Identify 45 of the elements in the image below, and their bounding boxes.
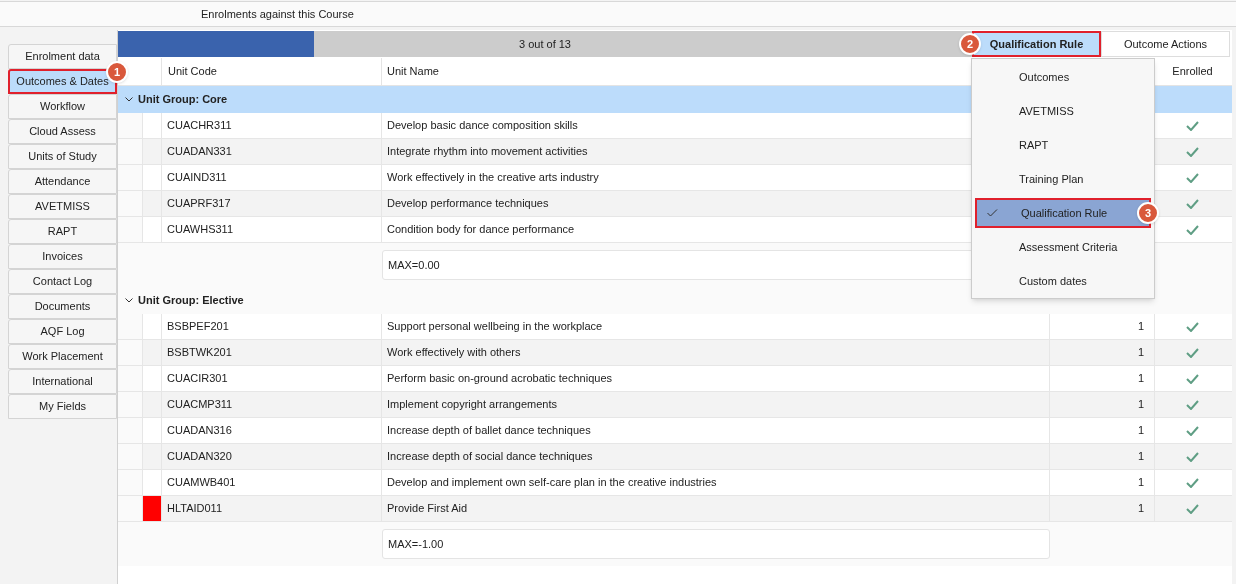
column-header: Unit Name (387, 64, 439, 80)
unit-code: CUAMWB401 (167, 475, 236, 491)
unit-code: CUACHR311 (167, 118, 232, 134)
unit-code: CUACIR301 (167, 371, 228, 387)
unit-count: 1 (1137, 423, 1144, 439)
unit-name: Increase depth of ballet dance techniques (387, 423, 591, 439)
group-title: Unit Group: Core (138, 92, 228, 108)
menu-label: RAPT (1019, 137, 1049, 153)
unit-code: BSBPEF201 (167, 319, 229, 335)
unit-name: Develop and implement own self-care plan in the creative industries (387, 475, 717, 491)
header-title: Enrolments against this Course (201, 6, 354, 22)
unit-code: CUAPRF317 (167, 196, 231, 212)
unit-name: Condition body for dance performance (387, 222, 575, 238)
unit-count: 1 (1137, 371, 1144, 387)
unit-code: BSBTWK201 (167, 345, 232, 361)
unit-name: Perform basic on-ground acrobatic techniques (387, 371, 612, 387)
group-title: Unit Group: Elective (138, 293, 244, 309)
unit-count: 1 (1137, 449, 1144, 465)
column-header: Unit Code (168, 64, 217, 80)
column-header: Enrolled (1172, 64, 1213, 80)
unit-count: 1 (1137, 501, 1144, 517)
unit-count: 1 (1137, 397, 1144, 413)
unit-count: 1 (1137, 345, 1144, 361)
unit-count: 1 (1137, 319, 1144, 335)
unit-name: Provide First Aid (387, 501, 468, 517)
menu-label: Training Plan (1019, 171, 1084, 187)
unit-code: CUAWHS311 (167, 222, 234, 238)
unit-count: 1 (1137, 475, 1144, 491)
menu-label: Outcomes (1019, 69, 1070, 85)
progress-label: 3 out of 13 (519, 36, 571, 52)
unit-name: Develop performance techniques (387, 196, 549, 212)
unit-name: Support personal wellbeing in the workplace (387, 319, 603, 335)
unit-code: CUADAN320 (167, 449, 232, 465)
unit-name: Work effectively with others (387, 345, 521, 361)
unit-code: CUACMP311 (167, 397, 233, 413)
unit-name: Increase depth of social dance techniques (387, 449, 593, 465)
unit-name: Implement copyright arrangements (387, 397, 557, 413)
unit-name: Develop basic dance composition skills (387, 118, 578, 134)
unit-name: Integrate rhythm into movement activities (387, 144, 588, 160)
unit-code: CUAIND311 (167, 170, 227, 186)
unit-code: HLTAID011 (167, 501, 223, 517)
menu-label: Qualification Rule (1021, 205, 1108, 221)
unit-code: CUADAN331 (167, 144, 232, 160)
unit-code: CUADAN316 (167, 423, 232, 439)
unit-name: Work effectively in the creative arts industry (387, 170, 599, 186)
